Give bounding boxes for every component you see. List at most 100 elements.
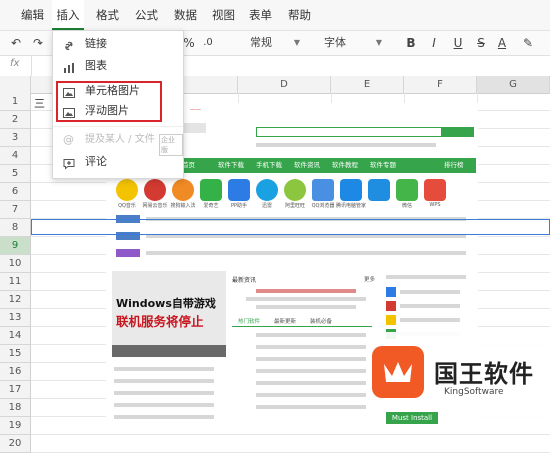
bold-button[interactable]: B bbox=[404, 33, 418, 53]
row-header[interactable]: 20 bbox=[0, 435, 31, 453]
italic-button[interactable]: I bbox=[427, 33, 441, 53]
app-label: 迅雷 bbox=[261, 203, 272, 209]
site-search-input[interactable] bbox=[256, 127, 442, 137]
row-header[interactable]: 7 bbox=[0, 201, 31, 219]
font-family-select[interactable]: 字体 bbox=[324, 33, 354, 53]
row-header[interactable]: 9 bbox=[0, 237, 31, 255]
xunlei-icon[interactable] bbox=[256, 179, 278, 201]
row-header[interactable]: 15 bbox=[0, 345, 31, 363]
row-header[interactable]: 6 bbox=[0, 183, 31, 201]
font-color-button[interactable]: A bbox=[495, 33, 509, 53]
menu-form[interactable]: 表单 bbox=[249, 0, 272, 30]
tab-hot[interactable]: 热门软件 bbox=[238, 317, 260, 325]
pp-assistant-icon[interactable] bbox=[228, 179, 250, 201]
column-header-g[interactable]: G bbox=[477, 76, 550, 93]
comment-icon bbox=[63, 156, 75, 170]
app-label: 爱奇艺 bbox=[203, 203, 219, 209]
menu-item-chart[interactable]: 图表 bbox=[53, 55, 183, 77]
category-label[interactable] bbox=[116, 249, 140, 257]
headline-line bbox=[256, 289, 356, 293]
software-list-row[interactable] bbox=[256, 345, 366, 349]
app-name-line bbox=[400, 290, 460, 294]
column-header-f[interactable]: F bbox=[404, 76, 477, 93]
fx-label: fx bbox=[10, 58, 20, 69]
must-install-button[interactable]: Must Install bbox=[386, 412, 438, 424]
strikethrough-button[interactable]: S bbox=[474, 33, 488, 53]
row-header[interactable]: 8 bbox=[0, 219, 31, 237]
news-list-row[interactable] bbox=[114, 415, 214, 419]
netease-music-icon[interactable] bbox=[144, 179, 166, 201]
sogou-input-icon[interactable] bbox=[172, 179, 194, 201]
app-label: 网易云音乐 bbox=[142, 203, 168, 209]
qq-browser-icon[interactable] bbox=[312, 179, 334, 201]
menu-help[interactable]: 帮助 bbox=[288, 0, 311, 30]
software-list-row[interactable] bbox=[256, 369, 366, 373]
chevron-down-icon[interactable]: ▼ bbox=[292, 33, 302, 53]
software-list-row[interactable] bbox=[256, 357, 366, 361]
iqiyi-icon[interactable] bbox=[200, 179, 222, 201]
row-header[interactable]: 18 bbox=[0, 399, 31, 417]
percent-button[interactable]: % bbox=[182, 33, 196, 53]
redo-icon[interactable]: ↷ bbox=[30, 33, 46, 53]
row-header[interactable]: 5 bbox=[0, 165, 31, 183]
row-header[interactable]: 17 bbox=[0, 381, 31, 399]
software-list-row[interactable] bbox=[256, 333, 366, 337]
row-header[interactable]: 11 bbox=[0, 273, 31, 291]
nav-news[interactable]: 软件资讯 bbox=[294, 158, 320, 173]
nav-topics[interactable]: 软件专题 bbox=[370, 158, 396, 173]
column-header-d[interactable]: D bbox=[238, 76, 331, 93]
tab-latest[interactable]: 最新更新 bbox=[274, 317, 296, 325]
tab-essentials[interactable]: 装机必备 bbox=[310, 317, 332, 325]
menu-item-link[interactable]: 链接 bbox=[53, 33, 183, 55]
wechat-icon[interactable] bbox=[396, 179, 418, 201]
menu-data[interactable]: 数据 bbox=[174, 0, 197, 30]
site-search-button[interactable] bbox=[442, 127, 474, 137]
selected-row-highlight bbox=[31, 219, 550, 235]
software-list-row[interactable] bbox=[256, 393, 366, 397]
software-list-row[interactable] bbox=[256, 405, 366, 409]
row-header[interactable]: 1 bbox=[0, 93, 31, 111]
wps-icon[interactable] bbox=[424, 179, 446, 201]
news-list-row[interactable] bbox=[114, 391, 214, 395]
row-header[interactable]: 13 bbox=[0, 309, 31, 327]
fill-color-icon[interactable]: ✎ bbox=[520, 33, 536, 53]
column-header-e[interactable]: E bbox=[331, 76, 404, 93]
row-header[interactable]: 14 bbox=[0, 327, 31, 345]
pc-manager-icon[interactable] bbox=[340, 179, 362, 201]
tencent-icon[interactable] bbox=[368, 179, 390, 201]
row-header[interactable]: 3 bbox=[0, 129, 31, 147]
menu-view[interactable]: 视图 bbox=[212, 0, 235, 30]
select-all-corner[interactable] bbox=[0, 76, 31, 93]
hot-keywords bbox=[256, 143, 436, 147]
app-icon bbox=[386, 301, 396, 311]
menu-edit[interactable]: 编辑 bbox=[21, 0, 44, 30]
menu-item-comment[interactable]: 评论 bbox=[53, 151, 183, 173]
software-list-row[interactable] bbox=[256, 381, 366, 385]
undo-icon[interactable]: ↶ bbox=[8, 33, 24, 53]
qqmusic-icon[interactable] bbox=[116, 179, 138, 201]
row-header[interactable]: 12 bbox=[0, 291, 31, 309]
row-header[interactable]: 16 bbox=[0, 363, 31, 381]
row-header[interactable]: 4 bbox=[0, 147, 31, 165]
menu-formula[interactable]: 公式 bbox=[135, 0, 158, 30]
decimals-button[interactable]: .0 bbox=[198, 33, 218, 53]
nav-tutorial[interactable]: 软件教程 bbox=[332, 158, 358, 173]
nav-mobile[interactable]: 手机下载 bbox=[256, 158, 282, 173]
cell-a1[interactable]: 三 bbox=[34, 95, 45, 111]
section-more-link[interactable]: 更多 bbox=[364, 275, 375, 283]
number-format-select[interactable]: 常规 bbox=[250, 33, 290, 53]
aliwangwang-icon[interactable] bbox=[284, 179, 306, 201]
news-list-row[interactable] bbox=[114, 367, 214, 371]
news-list-row[interactable] bbox=[114, 403, 214, 407]
nav-software[interactable]: 软件下载 bbox=[218, 158, 244, 173]
nav-ranking[interactable]: 排行榜 bbox=[444, 158, 464, 173]
news-list-row[interactable] bbox=[114, 379, 214, 383]
news-banner[interactable]: Windows自带游戏 联机服务将停止 bbox=[112, 271, 226, 357]
menu-format[interactable]: 格式 bbox=[96, 0, 119, 30]
chevron-down-icon[interactable]: ▼ bbox=[374, 33, 384, 53]
row-header[interactable]: 10 bbox=[0, 255, 31, 273]
row-header[interactable]: 19 bbox=[0, 417, 31, 435]
row-header[interactable]: 2 bbox=[0, 111, 31, 129]
menu-insert[interactable]: 插入 bbox=[52, 0, 84, 30]
underline-button[interactable]: U bbox=[451, 33, 465, 53]
